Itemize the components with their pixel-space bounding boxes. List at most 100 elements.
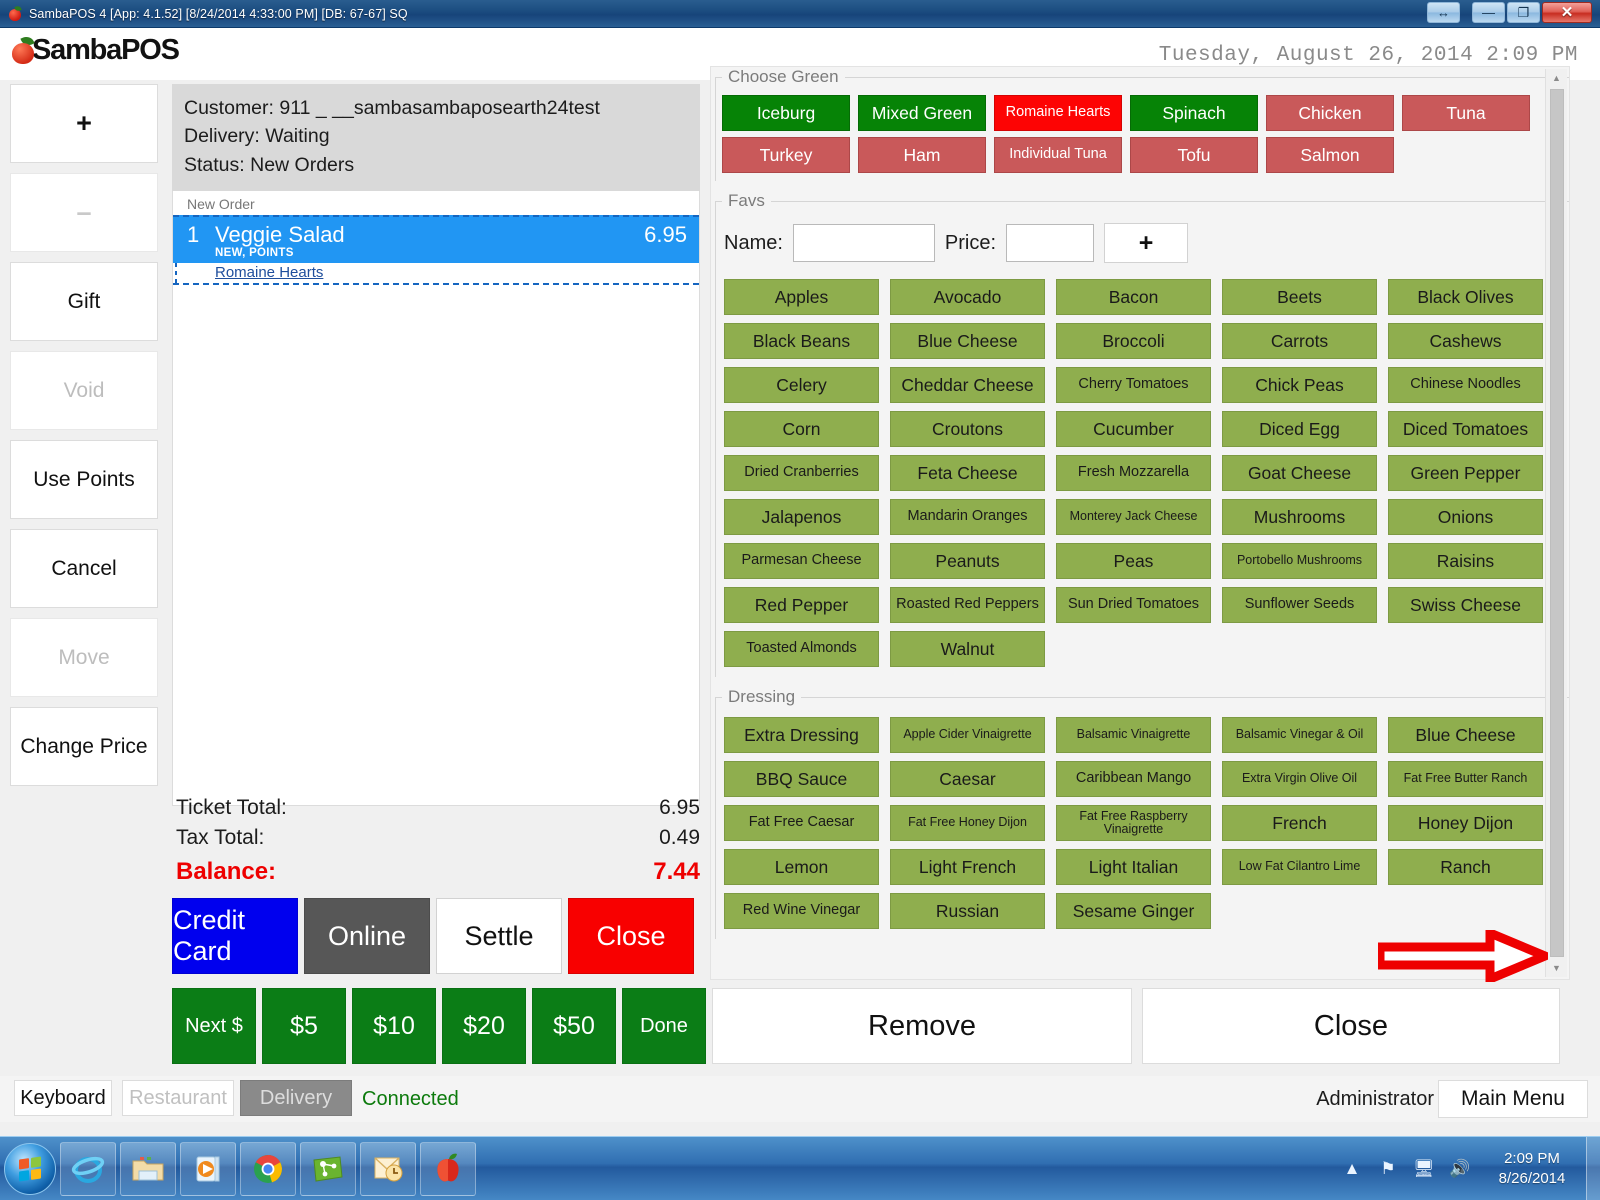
taskbar-clock[interactable]: 2:09 PM 8/26/2014 [1478, 1149, 1586, 1190]
fav-item-button[interactable]: Peas [1056, 543, 1211, 579]
fav-item-button[interactable]: Apples [724, 279, 879, 315]
scrollbar-thumb[interactable] [1549, 89, 1564, 957]
dressing-item-button[interactable]: Russian [890, 893, 1045, 929]
dressing-item-button[interactable]: BBQ Sauce [724, 761, 879, 797]
fav-item-button[interactable]: Diced Tomatoes [1388, 411, 1543, 447]
dressing-item-button[interactable]: Balsamic Vinaigrette [1056, 717, 1211, 753]
tender-20-button[interactable]: $20 [442, 988, 526, 1064]
fav-item-button[interactable]: Roasted Red Peppers [890, 587, 1045, 623]
outlook-icon[interactable] [360, 1141, 416, 1196]
fav-item-button[interactable]: Cherry Tomatoes [1056, 367, 1211, 403]
fav-item-button[interactable]: Cashews [1388, 323, 1543, 359]
gift-button[interactable]: Gift [10, 262, 158, 341]
fav-item-button[interactable]: Avocado [890, 279, 1045, 315]
dressing-item-button[interactable]: Fat Free Caesar [724, 805, 879, 841]
dressing-item-button[interactable]: Caesar [890, 761, 1045, 797]
fav-item-button[interactable]: Swiss Cheese [1388, 587, 1543, 623]
fav-item-button[interactable]: Monterey Jack Cheese [1056, 499, 1211, 535]
choose-green-button[interactable]: Mixed Green [858, 95, 986, 131]
choose-green-button[interactable]: Salmon [1266, 137, 1394, 173]
order-modifier-row[interactable]: Romaine Hearts [173, 262, 699, 285]
fav-item-button[interactable]: Broccoli [1056, 323, 1211, 359]
fav-name-input[interactable] [792, 224, 935, 262]
order-line-item[interactable]: 1 Veggie Salad 6.95 NEW, POINTS [173, 214, 699, 263]
dressing-item-button[interactable]: French [1222, 805, 1377, 841]
dressing-item-button[interactable]: Balsamic Vinegar & Oil [1222, 717, 1377, 753]
choose-green-button[interactable]: Chicken [1266, 95, 1394, 131]
online-button[interactable]: Online [304, 898, 430, 974]
dressing-item-button[interactable]: Ranch [1388, 849, 1543, 885]
close-panel-button[interactable]: Close [1142, 988, 1560, 1064]
choose-green-button[interactable]: Turkey [722, 137, 850, 173]
fav-item-button[interactable]: Beets [1222, 279, 1377, 315]
fav-item-button[interactable]: Red Pepper [724, 587, 879, 623]
fav-item-button[interactable]: Green Pepper [1388, 455, 1543, 491]
fav-item-button[interactable]: Carrots [1222, 323, 1377, 359]
dressing-item-button[interactable]: Light French [890, 849, 1045, 885]
delivery-button[interactable]: Delivery [240, 1080, 352, 1116]
fav-item-button[interactable]: Toasted Almonds [724, 631, 879, 667]
keyboard-button[interactable]: Keyboard [14, 1080, 112, 1116]
cancel-button[interactable]: Cancel [10, 529, 158, 608]
fav-item-button[interactable]: Chinese Noodles [1388, 367, 1543, 403]
dressing-item-button[interactable]: Extra Virgin Olive Oil [1222, 761, 1377, 797]
resize-icon[interactable]: ↔ [1427, 2, 1460, 23]
vertical-scrollbar[interactable]: ▲ ▼ [1545, 69, 1567, 977]
fav-item-button[interactable]: Blue Cheese [890, 323, 1045, 359]
done-button[interactable]: Done [622, 988, 706, 1064]
fav-item-button[interactable]: Goat Cheese [1222, 455, 1377, 491]
fav-item-button[interactable]: Parmesan Cheese [724, 543, 879, 579]
show-hidden-icons-icon[interactable]: ▲ [1339, 1159, 1365, 1179]
fav-item-button[interactable]: Walnut [890, 631, 1045, 667]
fav-item-button[interactable]: Diced Egg [1222, 411, 1377, 447]
fav-item-button[interactable]: Feta Cheese [890, 455, 1045, 491]
scroll-down-icon[interactable]: ▼ [1546, 959, 1568, 977]
dressing-item-button[interactable]: Fat Free Butter Ranch [1388, 761, 1543, 797]
fav-price-input[interactable] [1006, 224, 1095, 262]
credit-card-button[interactable]: Credit Card [172, 898, 298, 974]
dressing-item-button[interactable]: Extra Dressing [724, 717, 879, 753]
dressing-item-button[interactable]: Light Italian [1056, 849, 1211, 885]
tender-5-button[interactable]: $5 [262, 988, 346, 1064]
choose-green-button[interactable]: Spinach [1130, 95, 1258, 131]
change-price-button[interactable]: Change Price [10, 707, 158, 786]
dressing-item-button[interactable]: Honey Dijon [1388, 805, 1543, 841]
tender-10-button[interactable]: $10 [352, 988, 436, 1064]
fav-item-button[interactable]: Fresh Mozzarella [1056, 455, 1211, 491]
dressing-item-button[interactable]: Low Fat Cilantro Lime [1222, 849, 1377, 885]
fav-item-button[interactable]: Sunflower Seeds [1222, 587, 1377, 623]
minimize-button[interactable]: — [1472, 2, 1505, 23]
fav-item-button[interactable]: Mushrooms [1222, 499, 1377, 535]
start-button-icon[interactable] [4, 1142, 56, 1195]
media-player-icon[interactable] [180, 1141, 236, 1196]
fav-item-button[interactable]: Jalapenos [724, 499, 879, 535]
fav-item-button[interactable]: Black Olives [1388, 279, 1543, 315]
show-desktop-button[interactable] [1586, 1137, 1600, 1200]
green-app-icon[interactable] [300, 1141, 356, 1196]
fav-item-button[interactable]: Cucumber [1056, 411, 1211, 447]
fav-item-button[interactable]: Cheddar Cheese [890, 367, 1045, 403]
restaurant-button[interactable]: Restaurant [122, 1080, 234, 1116]
maximize-restore-button[interactable]: ❐ [1507, 2, 1540, 23]
fav-item-button[interactable]: Portobello Mushrooms [1222, 543, 1377, 579]
scroll-up-icon[interactable]: ▲ [1546, 69, 1568, 87]
fav-item-button[interactable]: Corn [724, 411, 879, 447]
network-flag-icon[interactable]: ⚑ [1375, 1159, 1401, 1179]
google-chrome-icon[interactable] [240, 1141, 296, 1196]
close-window-button[interactable]: ✕ [1542, 2, 1592, 23]
dressing-item-button[interactable]: Lemon [724, 849, 879, 885]
fav-item-button[interactable]: Black Beans [724, 323, 879, 359]
fav-item-button[interactable]: Croutons [890, 411, 1045, 447]
fav-item-button[interactable]: Celery [724, 367, 879, 403]
main-menu-button[interactable]: Main Menu [1438, 1080, 1588, 1118]
fav-item-button[interactable]: Onions [1388, 499, 1543, 535]
increase-quantity-button[interactable]: + [10, 84, 158, 163]
fav-item-button[interactable]: Dried Cranberries [724, 455, 879, 491]
file-explorer-icon[interactable] [120, 1141, 176, 1196]
use-points-button[interactable]: Use Points [10, 440, 158, 519]
tender-50-button[interactable]: $50 [532, 988, 616, 1064]
fav-item-button[interactable]: Bacon [1056, 279, 1211, 315]
close-ticket-button[interactable]: Close [568, 898, 694, 974]
action-center-icon[interactable]: 🖥 [1411, 1159, 1437, 1179]
choose-green-button[interactable]: Ham [858, 137, 986, 173]
